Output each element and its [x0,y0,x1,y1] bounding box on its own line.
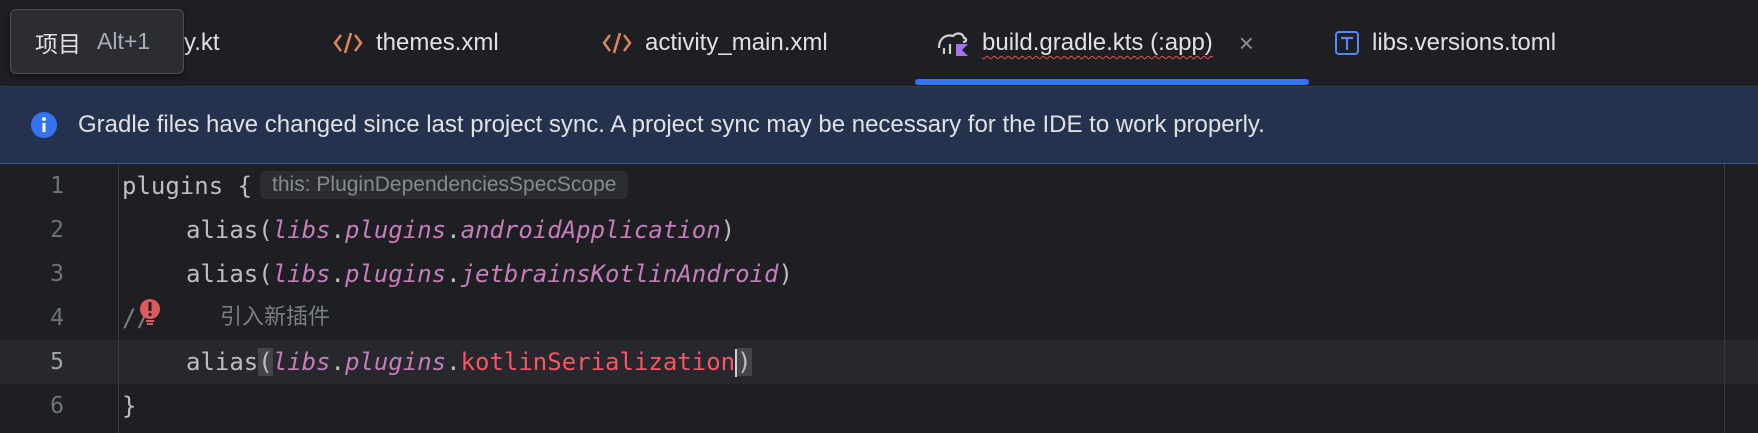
xml-file-icon [332,30,364,56]
line-number: 5 [50,349,64,375]
banner-message: Gradle files have changed since last pro… [78,111,1265,138]
code-keyword: plugins { [122,172,253,200]
editor-tab-bar: vity.kt themes.xml activity_main.xml bui… [0,0,1758,87]
code-dot: . [330,260,345,288]
tab-libs-versions-toml[interactable]: libs.versions.toml [1334,0,1556,86]
code-paren: ) [778,260,793,288]
tab-themes-xml[interactable]: themes.xml [332,0,499,86]
code-line[interactable]: 2 alias(libs.plugins.androidApplication) [0,208,1758,252]
close-tab-icon[interactable]: × [1239,28,1254,59]
info-icon [30,111,58,139]
code-paren-highlight: ) [737,348,752,376]
code-dot: . [330,216,345,244]
toml-file-icon [1334,30,1360,56]
project-tooltip: 项目 Alt+1 [10,9,184,74]
code-ident: androidApplication [460,216,721,244]
code-paren: ) [720,216,736,244]
code-ident: libs [272,216,331,244]
line-number: 4 [50,305,64,331]
tab-label: libs.versions.toml [1372,29,1557,56]
tab-label: themes.xml [376,29,499,56]
code-line[interactable]: 4 // 引入新插件 [0,296,1758,340]
code-dot: . [446,260,461,288]
code-line[interactable]: 6 } [0,384,1758,428]
code-ident: plugins [344,348,447,376]
active-tab-indicator [915,79,1309,85]
code-line-current[interactable]: 5 alias(libs.plugins.kotlinSerialization… [0,340,1758,384]
tab-label: activity_main.xml [645,29,828,56]
code-ident: plugins [344,260,447,288]
code-ident: libs [272,260,331,288]
xml-file-icon [601,30,633,56]
code-comment: 引入新插件 [220,305,331,330]
code-ident: libs [272,348,331,376]
code-dot: . [446,348,461,376]
line-number: 1 [50,173,64,199]
code-ident: jetbrainsKotlinAndroid [460,260,779,288]
code-fn: alias( [186,216,273,244]
line-number: 2 [50,217,64,243]
code-fn: alias [186,348,259,376]
code-ident: plugins [344,216,447,244]
right-margin-guide [1724,164,1725,433]
code-line[interactable]: 3 alias(libs.plugins.jetbrainsKotlinAndr… [0,252,1758,296]
tooltip-shortcut: Alt+1 [97,28,151,54]
tab-build-gradle-kts[interactable]: build.gradle.kts (:app) × [936,0,1254,86]
error-bulb-icon[interactable] [138,298,162,331]
line-number: 6 [50,393,64,419]
unresolved-reference: kotlinSerialization [460,348,736,376]
tab-label: build.gradle.kts (:app) [982,29,1213,56]
code-keyword: } [122,392,137,420]
code-dot: . [446,216,461,244]
line-number: 3 [50,261,64,287]
tooltip-label: 项目 [35,30,81,57]
code-dot: . [330,348,345,376]
code-paren-highlight: ( [258,348,273,376]
code-line[interactable]: 1 plugins {this: PluginDependenciesSpecS… [0,164,1758,208]
tab-activity-main-xml[interactable]: activity_main.xml [601,0,828,86]
gradle-kts-file-icon [936,28,970,58]
inlay-type-hint: this: PluginDependenciesSpecScope [260,171,629,199]
gradle-sync-banner: Gradle files have changed since last pro… [0,87,1758,164]
indent-guide [118,164,119,433]
code-fn: alias( [186,260,273,288]
code-editor[interactable]: 1 plugins {this: PluginDependenciesSpecS… [0,164,1758,433]
